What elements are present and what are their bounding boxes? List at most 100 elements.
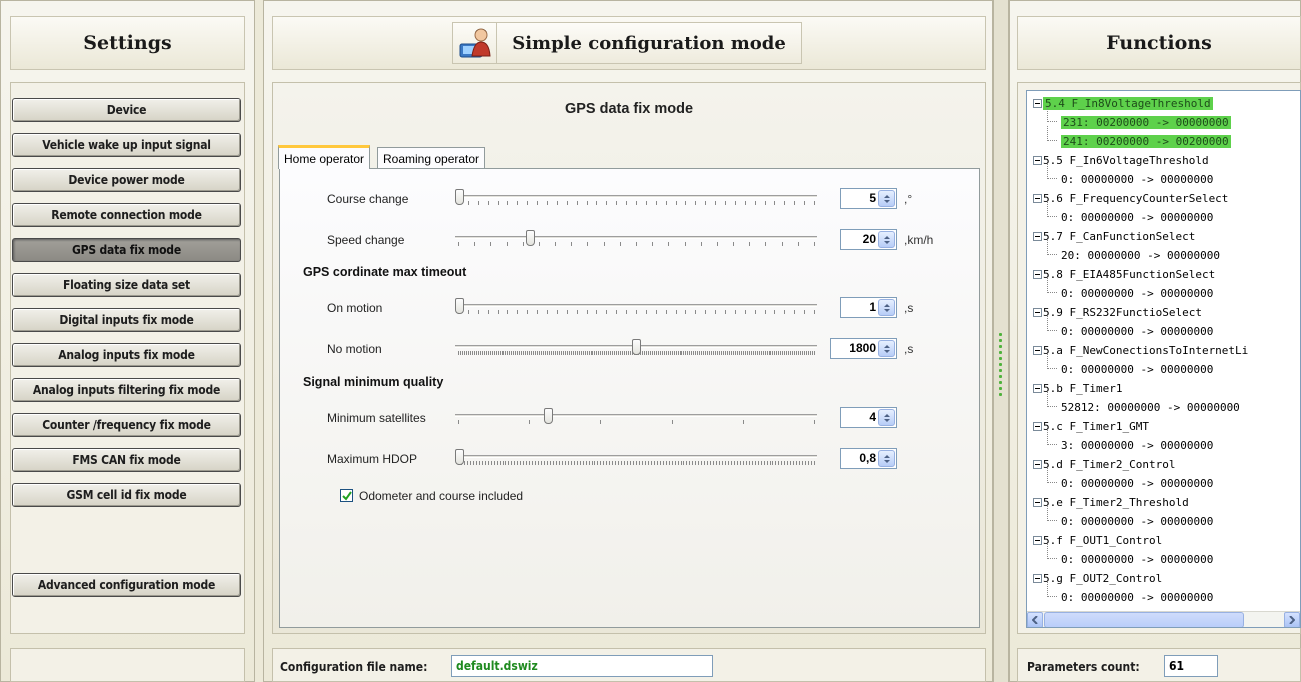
collapse-icon[interactable]: [1033, 384, 1042, 393]
tree-node[interactable]: 5.7 F_CanFunctionSelect: [1033, 227, 1195, 246]
collapse-icon[interactable]: [1033, 460, 1042, 469]
collapse-icon[interactable]: [1033, 156, 1042, 165]
slider-tick: [671, 461, 673, 465]
nav-item-device-power-mode[interactable]: Device power mode: [12, 168, 241, 192]
min-satellites-slider[interactable]: [455, 408, 817, 428]
slider-thumb[interactable]: [543, 408, 553, 424]
slider-tick: [726, 351, 728, 355]
slider-tick: [665, 201, 667, 205]
tree-node[interactable]: 5.c F_Timer1_GMT: [1033, 417, 1149, 436]
functions-tree[interactable]: 5.4 F_In8VoltageThreshold 231: 00200000 -…: [1026, 90, 1301, 628]
min-satellites-spinner[interactable]: 4: [840, 407, 897, 428]
tree-node[interactable]: 5.g F_OUT2_Control: [1033, 569, 1162, 588]
slider-tick: [463, 461, 465, 465]
tree-node[interactable]: 5.8 F_EIA485FunctionSelect: [1033, 265, 1215, 284]
nav-item-fms-can-fix-mode[interactable]: FMS CAN fix mode: [12, 448, 241, 472]
slider-thumb[interactable]: [632, 339, 641, 355]
tree-leaf[interactable]: 0: 00000000 -> 00000000: [1047, 544, 1213, 569]
slider-tick: [683, 351, 685, 355]
advanced-configuration-button[interactable]: Advanced configuration mode: [12, 573, 241, 597]
spinner-arrows-icon[interactable]: [878, 299, 895, 316]
scroll-thumb[interactable]: [1044, 612, 1244, 627]
nav-item-device[interactable]: Device: [12, 98, 241, 122]
slider-tick: [746, 351, 748, 355]
collapse-icon[interactable]: [1033, 232, 1042, 241]
nav-item-gps-data-fix-mode[interactable]: GPS data fix mode: [12, 238, 241, 262]
tree-horizontal-scrollbar[interactable]: [1027, 611, 1300, 627]
tree-node-label: 5.4 F_In8VoltageThreshold: [1043, 97, 1213, 110]
speed-change-spinner[interactable]: 20: [840, 229, 897, 250]
nav-item-remote-connection-mode[interactable]: Remote connection mode: [12, 203, 241, 227]
collapse-icon[interactable]: [1033, 346, 1042, 355]
nav-item-floating-size-data-set[interactable]: Floating size data set: [12, 273, 241, 297]
tree-leaf[interactable]: 0: 00000000 -> 00000000: [1047, 164, 1213, 189]
tree-leaf[interactable]: 231: 00200000 -> 00000000: [1047, 107, 1231, 132]
slider-thumb[interactable]: [455, 449, 464, 465]
no-motion-slider[interactable]: [455, 339, 817, 359]
tree-leaf[interactable]: 0: 00000000 -> 00000000: [1047, 278, 1213, 303]
collapse-icon[interactable]: [1033, 422, 1042, 431]
course-change-spinner[interactable]: 5: [840, 188, 897, 209]
course-change-slider[interactable]: [455, 189, 817, 209]
tree-leaf[interactable]: 0: 00000000 -> 00000000: [1047, 468, 1213, 493]
tab-roaming-operator[interactable]: Roaming operator: [377, 147, 486, 169]
collapse-icon[interactable]: [1033, 498, 1042, 507]
tree-leaf[interactable]: 0: 00000000 -> 00000000: [1047, 202, 1213, 227]
tree-node[interactable]: 5.6 F_FrequencyCounterSelect: [1033, 189, 1228, 208]
tree-node[interactable]: 5.5 F_In6VoltageThreshold: [1033, 151, 1209, 170]
tab-home-operator[interactable]: Home operator: [278, 145, 371, 169]
nav-item-gsm-cell-id-fix-mode[interactable]: GSM cell id fix mode: [12, 483, 241, 507]
tree-leaf[interactable]: 0: 00000000 -> 00000000: [1047, 316, 1213, 341]
odometer-checkbox[interactable]: [340, 489, 353, 502]
tree-leaf[interactable]: 0: 00000000 -> 00000000: [1047, 354, 1213, 379]
scroll-left-icon[interactable]: [1027, 612, 1043, 627]
on-motion-spinner[interactable]: 1: [840, 297, 897, 318]
tree-node[interactable]: 5.e F_Timer2_Threshold: [1033, 493, 1189, 512]
nav-item-vehicle-wake-up-input-signal[interactable]: Vehicle wake up input signal: [12, 133, 241, 157]
slider-tick: [537, 310, 539, 314]
collapse-icon[interactable]: [1033, 270, 1042, 279]
tree-leaf[interactable]: 0: 00000000 -> 00000000: [1047, 506, 1213, 531]
collapse-icon[interactable]: [1033, 99, 1042, 108]
spinner-arrows-icon[interactable]: [878, 190, 895, 207]
max-hdop-slider[interactable]: [455, 449, 817, 469]
slider-thumb[interactable]: [525, 230, 535, 246]
collapse-icon[interactable]: [1033, 308, 1042, 317]
config-file-input[interactable]: default.dswiz: [451, 655, 713, 677]
spinner-arrows-icon[interactable]: [878, 450, 895, 467]
tree-leaf[interactable]: 3: 00000000 -> 00000000: [1047, 430, 1213, 455]
slider-thumb[interactable]: [455, 298, 464, 314]
nav-item-counter-frequency-fix-mode[interactable]: Counter /frequency fix mode: [12, 413, 241, 437]
collapse-icon[interactable]: [1033, 574, 1042, 583]
tree-leaf[interactable]: 241: 00200000 -> 00200000: [1047, 126, 1231, 151]
slider-tick: [603, 461, 605, 465]
tree-node[interactable]: 5.a F_NewConectionsToInternetLi: [1033, 341, 1248, 360]
slider-tick: [578, 351, 580, 355]
speed-change-slider[interactable]: [455, 230, 817, 250]
collapse-icon[interactable]: [1033, 194, 1042, 203]
splitter-grip-icon[interactable]: [999, 333, 1003, 399]
no-motion-spinner[interactable]: 1800: [830, 338, 897, 359]
scroll-right-icon[interactable]: [1284, 612, 1300, 627]
tree-leaf[interactable]: 52812: 00000000 -> 00000000: [1047, 392, 1240, 417]
tree-node[interactable]: 5.d F_Timer2_Control: [1033, 455, 1175, 474]
spinner-arrows-icon[interactable]: [878, 231, 895, 248]
on-motion-slider[interactable]: [455, 298, 817, 318]
slider-tick: [764, 201, 766, 205]
slider-tick: [691, 351, 693, 355]
tree-node[interactable]: 5.4 F_In8VoltageThreshold: [1033, 94, 1213, 113]
nav-item-analog-inputs-filtering-fix-mode[interactable]: Analog inputs filtering fix mode: [12, 378, 241, 402]
tree-node[interactable]: 5.9 F_RS232FunctioSelect: [1033, 303, 1202, 322]
max-hdop-spinner[interactable]: 0,8: [840, 448, 897, 469]
spinner-arrows-icon[interactable]: [878, 409, 895, 426]
collapse-icon[interactable]: [1033, 536, 1042, 545]
tree-leaf[interactable]: 20: 00000000 -> 00000000: [1047, 240, 1220, 265]
spinner-arrows-icon[interactable]: [878, 340, 895, 357]
tree-node[interactable]: 5.f F_OUT1_Control: [1033, 531, 1162, 550]
slider-tick: [561, 461, 563, 465]
slider-thumb[interactable]: [455, 189, 464, 205]
slider-tick: [758, 351, 760, 355]
tree-leaf[interactable]: 0: 00000000 -> 00000000: [1047, 582, 1213, 607]
nav-item-digital-inputs-fix-mode[interactable]: Digital inputs fix mode: [12, 308, 241, 332]
nav-item-analog-inputs-fix-mode[interactable]: Analog inputs fix mode: [12, 343, 241, 367]
